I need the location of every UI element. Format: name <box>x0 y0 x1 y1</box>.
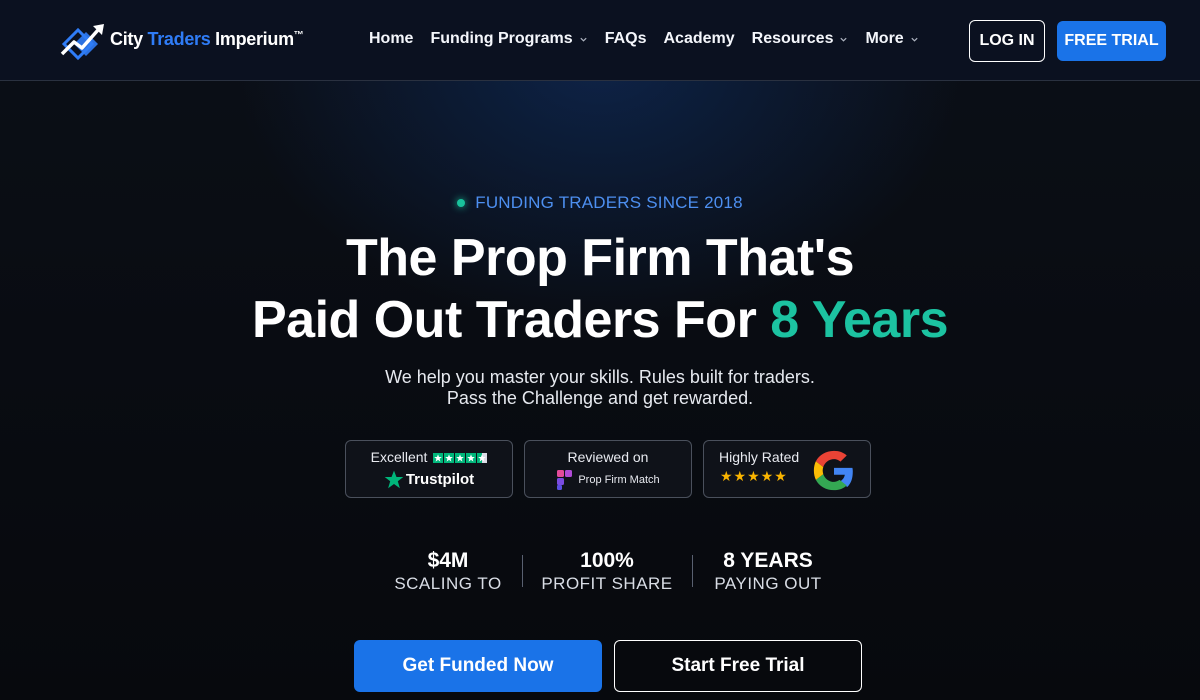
nav-more-label: More <box>865 30 904 47</box>
google-rating-line1: Highly Rated <box>719 449 800 465</box>
nav-more[interactable]: More <box>865 30 918 48</box>
status-dot-icon <box>457 199 466 207</box>
headline-line-1: The Prop Firm That's <box>346 229 854 287</box>
login-button[interactable]: LOG IN <box>969 20 1045 62</box>
trustpilot-stars-icon <box>433 453 488 463</box>
nav-academy-label: Academy <box>663 30 735 47</box>
eyebrow: FUNDING TRADERS SINCE 2018 <box>0 193 1200 213</box>
google-stars-icon: ★★★★★ <box>720 468 788 484</box>
nav-home-label: Home <box>369 30 414 47</box>
chevron-down-icon <box>911 37 918 42</box>
propfirmmatch-line1: Reviewed on <box>567 449 649 465</box>
stat-profit-share-value: 100% <box>580 549 634 572</box>
nav-faqs-label: FAQs <box>604 30 647 47</box>
nav-academy[interactable]: Academy <box>663 30 734 48</box>
trustpilot-rating: Excellent <box>346 449 512 465</box>
stat-scaling: $4M SCALING TO <box>363 549 533 594</box>
nav-resources-label: Resources <box>751 30 834 47</box>
stat-scaling-label: SCALING TO <box>394 574 502 593</box>
trustpilot-brand: Trustpilot <box>346 470 512 489</box>
review-badges: Excellent Trustpilot Reviewed on Prop Fi… <box>345 440 871 498</box>
site-logo[interactable]: City Traders Imperium™ <box>60 20 304 62</box>
main-nav: Home Funding Programs FAQs Academy Resou… <box>369 30 919 48</box>
subtext-line-2: Pass the Challenge and get rewarded. <box>446 388 754 408</box>
trustpilot-badge[interactable]: Excellent Trustpilot <box>345 440 513 498</box>
nav-faqs[interactable]: FAQs <box>605 30 647 48</box>
logo-wordmark: City Traders Imperium™ <box>110 28 304 49</box>
trustpilot-star-icon <box>384 470 404 489</box>
stat-paying-out-label: PAYING OUT <box>714 574 822 593</box>
top-navbar: City Traders Imperium™ Home Funding Prog… <box>0 0 1200 81</box>
propfirmmatch-label: Prop Firm Match <box>578 474 660 486</box>
start-free-trial-button[interactable]: Start Free Trial <box>614 640 862 692</box>
nav-funding-programs[interactable]: Funding Programs <box>430 30 587 48</box>
subtext-line-1: We help you master your skills. Rules bu… <box>385 367 815 387</box>
trustpilot-rating-text: Excellent <box>370 449 428 465</box>
eyebrow-text: FUNDING TRADERS SINCE 2018 <box>475 193 743 212</box>
hero-subtext: We help you master your skills. Rules bu… <box>0 367 1200 409</box>
stat-paying-out-value: 8 YEARS <box>723 549 813 572</box>
nav-home[interactable]: Home <box>369 30 413 48</box>
propfirmmatch-logo-icon <box>557 470 573 490</box>
nav-resources[interactable]: Resources <box>752 30 849 48</box>
hero-section: FUNDING TRADERS SINCE 2018 The Prop Firm… <box>0 81 1200 700</box>
logo-chart-icon <box>60 24 104 61</box>
chevron-down-icon <box>580 37 587 42</box>
propfirmmatch-brand: Prop Firm Match <box>525 469 691 491</box>
stat-scaling-value: $4M <box>427 549 469 572</box>
stat-profit-share-label: PROFIT SHARE <box>541 574 673 593</box>
free-trial-nav-button[interactable]: FREE TRIAL <box>1057 21 1166 61</box>
headline-line-2: Paid Out Traders For <box>251 291 771 349</box>
stat-paying-out: 8 YEARS PAYING OUT <box>683 549 853 594</box>
propfirmmatch-badge[interactable]: Reviewed on Prop Firm Match <box>524 440 692 498</box>
hero-headline: The Prop Firm That's Paid Out Traders Fo… <box>0 227 1200 351</box>
get-funded-button[interactable]: Get Funded Now <box>354 640 602 692</box>
trustpilot-label: Trustpilot <box>405 471 475 488</box>
chevron-down-icon <box>840 37 848 42</box>
headline-accent: 8 Years <box>770 291 949 349</box>
google-logo-icon <box>813 450 853 491</box>
google-rating-badge[interactable]: Highly Rated ★★★★★ <box>703 440 871 498</box>
stat-profit-share: 100% PROFIT SHARE <box>522 549 692 594</box>
nav-funding-programs-label: Funding Programs <box>430 30 573 47</box>
